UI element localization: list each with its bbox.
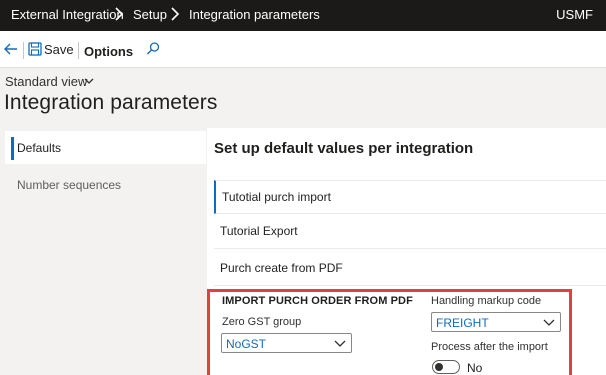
top-nav-bar: External Integration Setup Integration p… bbox=[0, 0, 606, 31]
view-selector[interactable]: Standard view bbox=[5, 74, 87, 89]
action-bar: Save Options bbox=[0, 31, 606, 68]
options-tab[interactable]: Options bbox=[84, 44, 133, 59]
list-item-label: Purch create from PDF bbox=[220, 261, 343, 275]
handling-markup-code-value: FREIGHT bbox=[436, 316, 489, 330]
group-title: IMPORT PURCH ORDER FROM PDF bbox=[222, 295, 413, 307]
list-item-purch-create-from-pdf[interactable]: Purch create from PDF bbox=[214, 252, 606, 286]
selected-tab-indicator bbox=[11, 137, 14, 160]
page-title: Integration parameters bbox=[4, 91, 218, 114]
process-after-import-toggle[interactable] bbox=[432, 360, 460, 374]
chevron-down-icon bbox=[543, 319, 555, 326]
list-item-tutotial-purch-import[interactable]: Tutotial purch import bbox=[214, 180, 606, 214]
chevron-down-icon[interactable] bbox=[83, 76, 95, 86]
tab-defaults-label[interactable]: Defaults bbox=[17, 141, 61, 155]
zero-gst-group-label: Zero GST group bbox=[222, 316, 302, 328]
breadcrumb-setup[interactable]: Setup bbox=[133, 7, 167, 22]
list-item-label: Tutotial purch import bbox=[222, 190, 331, 204]
chevron-right-icon bbox=[115, 7, 124, 21]
handling-markup-code-dropdown[interactable]: FREIGHT bbox=[431, 312, 561, 332]
list-item-tutorial-export[interactable]: Tutorial Export bbox=[214, 215, 606, 249]
save-icon bbox=[28, 42, 42, 56]
toggle-knob bbox=[435, 363, 443, 371]
toolbar-divider bbox=[78, 42, 79, 59]
handling-markup-code-label: Handling markup code bbox=[431, 295, 542, 307]
company-selector[interactable]: USMF bbox=[556, 7, 593, 22]
breadcrumb-external-integration[interactable]: External Integration bbox=[11, 7, 124, 22]
zero-gst-group-dropdown[interactable]: NoGST bbox=[221, 333, 352, 353]
toolbar-divider bbox=[23, 42, 24, 59]
chevron-right-icon bbox=[171, 7, 180, 21]
vertical-tab-panel bbox=[0, 128, 207, 375]
back-arrow-icon[interactable] bbox=[3, 41, 19, 57]
chevron-down-icon bbox=[334, 340, 346, 347]
search-icon[interactable] bbox=[145, 41, 161, 57]
zero-gst-group-value: NoGST bbox=[226, 337, 267, 351]
process-after-import-value: No bbox=[467, 361, 483, 375]
process-after-import-label: Process after the import bbox=[431, 341, 548, 353]
tab-number-sequences[interactable]: Number sequences bbox=[17, 178, 121, 192]
list-item-label: Tutorial Export bbox=[220, 224, 298, 238]
breadcrumb-integration-parameters[interactable]: Integration parameters bbox=[189, 7, 320, 22]
section-title: Set up default values per integration bbox=[214, 140, 474, 157]
save-button-label: Save bbox=[44, 42, 74, 57]
